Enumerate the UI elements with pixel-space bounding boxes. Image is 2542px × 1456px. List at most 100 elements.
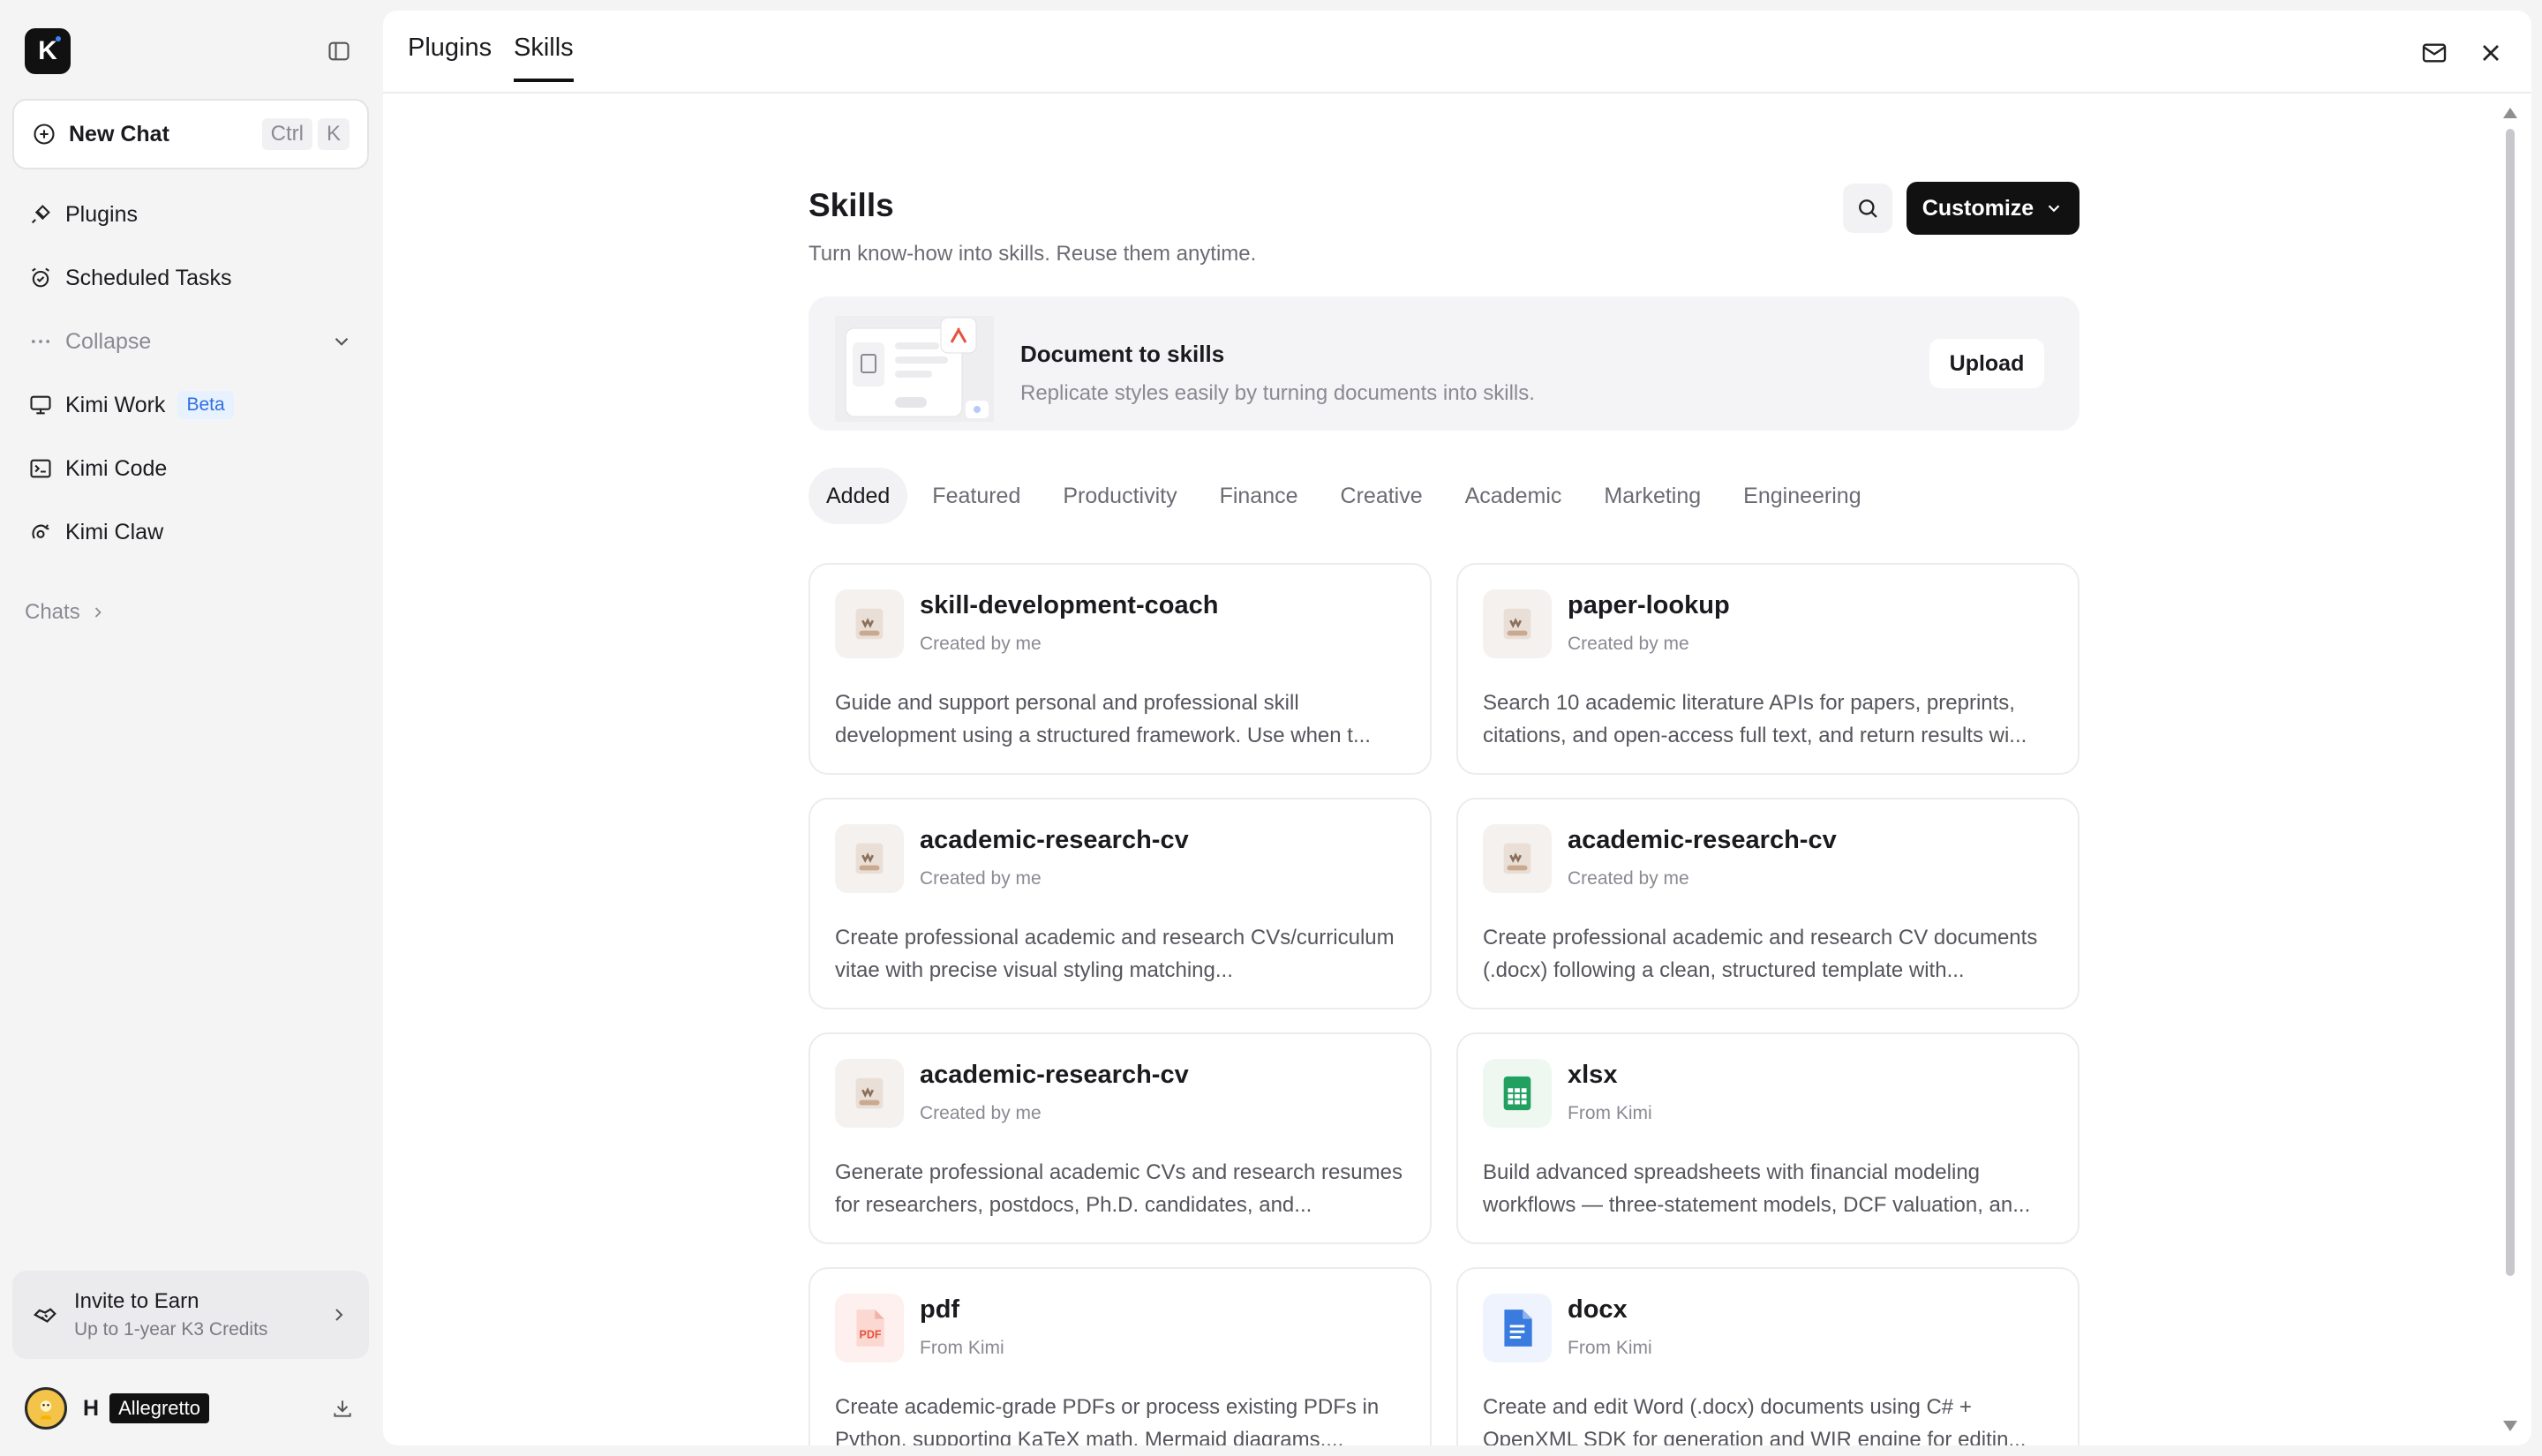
skill-card[interactable]: docx From Kimi Create and edit Word (.do… [1456,1267,2079,1445]
sidebar-item-label: Plugins [65,201,138,227]
skill-description: Create professional academic and researc… [835,926,1395,982]
alarm-clock-icon [32,267,49,288]
skill-source: From Kimi [1568,1338,1652,1358]
plug-icon [31,205,50,224]
scroll-icon [1483,824,1552,893]
skill-name: skill-development-coach [920,591,1219,619]
new-chat-icon [34,124,55,145]
shortcut-key-k: K [317,118,350,150]
sidebar-item-kimi-work[interactable]: Kimi Work Beta [12,379,369,432]
chevron-right-icon [335,1309,343,1321]
claw-icon [32,524,49,539]
vertical-scrollbar[interactable] [2501,99,2519,1440]
user-name: Allegretto [109,1393,210,1423]
skill-name: pdf [920,1295,960,1324]
skill-description: Create academic-grade PDFs or process ex… [835,1395,1380,1445]
tab-creative[interactable]: Creative [1323,468,1440,524]
tab-engineering[interactable]: Engineering [1726,468,1878,524]
scroll-up-arrow[interactable] [2503,108,2517,118]
skill-name: academic-research-cv [1568,826,1837,854]
feedback-button[interactable] [2415,34,2454,72]
close-icon [2483,45,2499,61]
tab-skills[interactable]: Skills [514,34,574,82]
upload-button[interactable]: Upload [1929,339,2044,388]
sidebar-item-plugins[interactable]: Plugins [12,188,369,241]
search-icon [1859,199,1877,218]
word-document-icon [1483,1294,1552,1362]
scroll-icon [835,589,904,658]
sidebar-item-kimi-claw[interactable]: Kimi Claw [12,506,369,559]
skill-source: Created by me [920,634,1042,654]
skill-name: academic-research-cv [920,826,1189,854]
invite-title: Invite to Earn [74,1289,199,1313]
category-tabs: Added Featured Productivity Finance Crea… [808,468,1879,524]
tab-academic[interactable]: Academic [1448,468,1580,524]
new-chat-button[interactable]: New Chat Ctrl K [12,99,369,169]
new-chat-shortcut: Ctrl K [261,118,350,150]
tab-marketing[interactable]: Marketing [1586,468,1718,524]
skill-name: xlsx [1568,1061,1618,1089]
beta-badge: Beta [177,391,234,419]
scroll-icon [835,824,904,893]
document-to-skills-banner: Document to skills Replicate styles easi… [808,296,2079,431]
chats-section-toggle[interactable]: Chats [25,600,107,625]
skill-source: Created by me [1568,634,1689,654]
skill-card[interactable]: PDF pdf From Kimi Create academic-grade … [808,1267,1432,1445]
skill-source: Created by me [920,1103,1042,1123]
skill-name: paper-lookup [1568,591,1730,619]
skill-source: From Kimi [1568,1103,1652,1123]
tab-added[interactable]: Added [808,468,908,524]
kimi-logo[interactable]: K [25,28,71,74]
sidebar-item-scheduled-tasks[interactable]: Scheduled Tasks [12,251,369,304]
tab-finance[interactable]: Finance [1202,468,1316,524]
sidebar-item-label: Collapse [65,328,152,354]
skill-card[interactable]: skill-development-coach Created by me Gu… [808,563,1432,775]
skill-card[interactable]: academic-research-cv Created by me Gener… [808,1032,1432,1244]
close-button[interactable] [2471,34,2510,72]
skill-description: Search 10 academic literature APIs for p… [1483,691,2027,747]
user-profile[interactable]: H Allegretto [25,1385,360,1431]
sidebar-item-label: Kimi Work [65,392,166,417]
sidebar-item-kimi-code[interactable]: Kimi Code [12,442,369,495]
customize-label: Customize [1922,195,2034,221]
scroll-icon [1483,589,1552,658]
skill-name: academic-research-cv [920,1061,1189,1089]
invite-subtitle: Up to 1-year K3 Credits [74,1319,268,1340]
scroll-thumb[interactable] [2506,129,2515,1276]
skill-description: Build advanced spreadsheets with financi… [1483,1160,2031,1217]
download-icon [334,1400,351,1417]
skill-card[interactable]: xlsx From Kimi Build advanced spreadshee… [1456,1032,2079,1244]
chevron-down-icon [2048,205,2060,213]
avatar[interactable] [25,1387,67,1430]
tab-plugins[interactable]: Plugins [408,34,492,79]
scroll-down-arrow[interactable] [2503,1421,2517,1431]
skill-card[interactable]: academic-research-cv Created by me Creat… [1456,798,2079,1009]
chevron-down-icon [335,337,349,346]
banner-title: Document to skills [1020,341,1225,367]
skill-card[interactable]: academic-research-cv Created by me Creat… [808,798,1432,1009]
skill-source: Created by me [1568,868,1689,889]
banner-subtitle: Replicate styles easily by turning docum… [1020,381,1535,405]
tab-productivity[interactable]: Productivity [1045,468,1194,524]
spreadsheet-icon [1483,1059,1552,1128]
skill-description: Guide and support personal and professio… [835,691,1371,747]
skill-card[interactable]: paper-lookup Created by me Search 10 aca… [1456,563,2079,775]
sidebar-item-label: Kimi Code [65,455,168,481]
chats-label: Chats [25,600,80,624]
sidebar-item-collapse[interactable]: Collapse [12,315,369,368]
download-app-button[interactable] [325,1391,360,1426]
sidebar-panel-icon [328,41,350,61]
avatar-character-icon [40,1400,52,1420]
skill-source: Created by me [920,868,1042,889]
customize-button[interactable]: Customize [1906,182,2079,235]
main-panel: Plugins Skills Skills Turn know-how into… [383,11,2531,1445]
search-button[interactable] [1843,184,1892,233]
document-stack-illustration [835,316,994,422]
toggle-sidebar-button[interactable] [323,35,355,67]
tab-featured[interactable]: Featured [914,468,1038,524]
sidebar: K New Chat Ctrl K Plugins Scheduled Task… [0,0,383,1456]
pdf-icon-label: PDF [860,1328,882,1340]
monitor-icon [30,395,51,415]
invite-to-earn-card[interactable]: Invite to Earn Up to 1-year K3 Credits [12,1271,369,1359]
skill-name: docx [1568,1295,1628,1324]
